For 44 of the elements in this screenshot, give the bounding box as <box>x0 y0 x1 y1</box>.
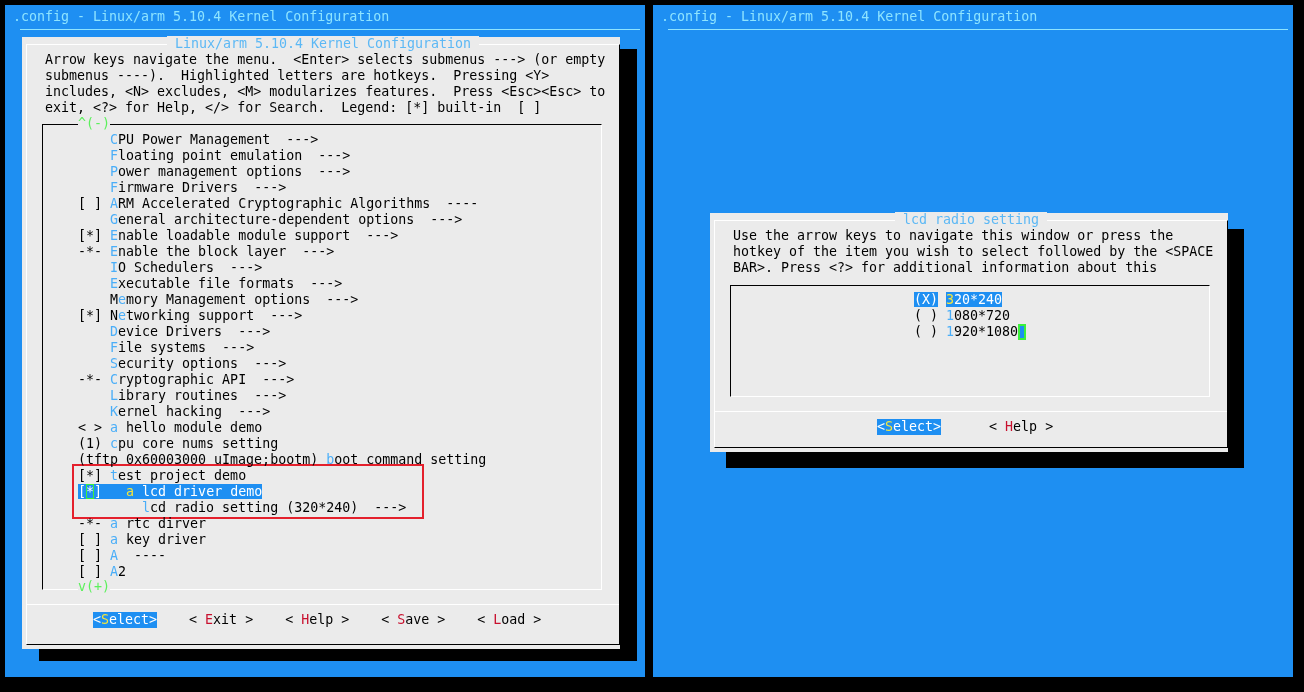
menu-item[interactable]: Power management options ---> <box>78 164 351 180</box>
menu-item[interactable]: [*] Networking support ---> <box>78 308 303 324</box>
scroll-indicator: ^(-) <box>78 116 111 132</box>
menu-item[interactable]: Kernel hacking ---> <box>78 404 271 420</box>
menu-item[interactable]: Floating point emulation ---> <box>78 148 351 164</box>
dialog-button[interactable]: < Load > <box>477 612 542 628</box>
menu-item[interactable]: File systems ---> <box>78 340 255 356</box>
option-label[interactable]: 1920*1080 <box>946 324 1019 339</box>
menu-item[interactable]: General architecture-dependent options ---> <box>78 212 463 228</box>
menu-item[interactable]: Executable file formats ---> <box>78 276 343 292</box>
dialog-button[interactable]: < Help > <box>285 612 350 628</box>
menu-item[interactable]: Library routines ---> <box>78 388 287 404</box>
menu-item[interactable]: < > a hello module demo <box>78 420 263 436</box>
option-label[interactable]: 1080*720 <box>946 308 1011 323</box>
help-text: Use the arrow keys to navigate this window or press the hotkey of the item you wish to select followed by the <SPACE BAR>. Press <?> for additional information about this <box>733 228 1214 276</box>
dialog-title: lcd radio setting <box>894 212 1048 227</box>
menu-item[interactable]: -*- Enable the block layer ---> <box>78 244 335 260</box>
menu-item[interactable]: -*- Cryptographic API ---> <box>78 372 295 388</box>
menu-item[interactable]: Device Drivers ---> <box>78 324 271 340</box>
menu-item[interactable]: Security options ---> <box>78 356 287 372</box>
menu-item[interactable]: Firmware Drivers ---> <box>78 180 287 196</box>
menu-item[interactable]: [ ] ARM Accelerated Cryptographic Algorithms ---- <box>78 196 479 212</box>
menu-item[interactable]: (1) cpu core nums setting <box>78 436 279 452</box>
menu-item[interactable]: CPU Power Management ---> <box>78 132 319 148</box>
dialog-button[interactable]: < Exit > <box>189 612 254 628</box>
radio-mark[interactable]: ( ) <box>913 324 938 339</box>
menu-item[interactable]: IO Schedulers ---> <box>78 260 263 276</box>
window-title: .config - Linux/arm 5.10.4 Kernel Configuration <box>660 8 1038 25</box>
menu-item[interactable]: lcd radio setting (320*240) ---> <box>78 500 407 516</box>
menu-item[interactable]: [ ] A ---- <box>78 548 167 564</box>
radio-mark[interactable]: ( ) <box>913 308 938 323</box>
help-text: Arrow keys navigate the menu. <Enter> selects submenus ---> (or empty submenus ----). Highlighted letters are hotkeys. Pressing <Y> includes, <N> excludes, <M> modularizes features. Press <Esc><Esc> to exit, <?> for Help, </> for Search. Legend: [*] built-in [ ] <box>45 52 606 116</box>
scroll-indicator: v(+) <box>78 579 111 595</box>
menu-item[interactable]: (tftp 0x60003000 uImage;bootm) boot command setting <box>78 452 487 468</box>
dialog-title: Linux/arm 5.10.4 Kernel Configuration <box>166 36 480 51</box>
menu-item[interactable]: [ ] a key driver <box>78 532 207 548</box>
menu-item[interactable]: Memory Management options ---> <box>78 292 359 308</box>
menu-item[interactable]: [*] Enable loadable module support ---> <box>78 228 399 244</box>
dialog-button[interactable]: < Save > <box>381 612 446 628</box>
dialog-button[interactable]: < Help > <box>989 419 1054 435</box>
menu-item[interactable]: [ ] A2 <box>78 564 127 580</box>
menu-item[interactable]: -*- a rtc dirver <box>78 516 207 532</box>
menu-item[interactable]: [*] test project demo <box>78 468 247 484</box>
window-title: .config - Linux/arm 5.10.4 Kernel Configuration <box>12 8 390 25</box>
